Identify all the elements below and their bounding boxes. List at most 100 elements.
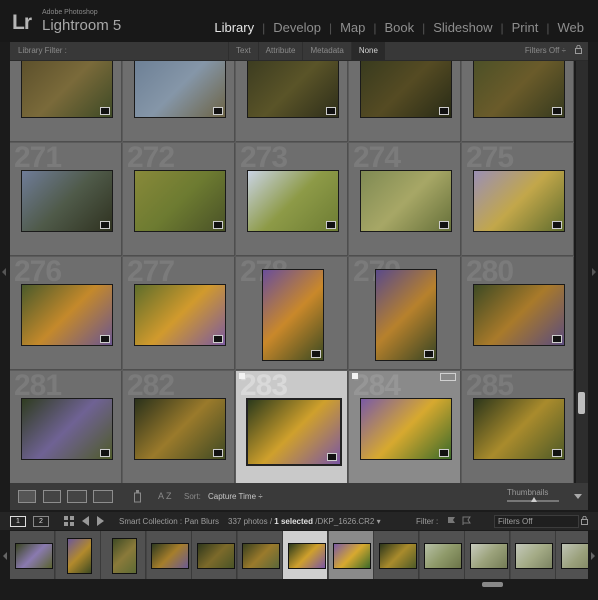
grid-view-icon[interactable]	[18, 490, 36, 503]
grid-cell[interactable]: 275	[462, 143, 574, 256]
comment-badge-icon[interactable]	[424, 350, 434, 358]
comment-badge-icon[interactable]	[552, 335, 562, 343]
comment-badge-icon[interactable]	[439, 449, 449, 457]
filter-preset-select[interactable]: Filters Off ÷	[525, 46, 566, 55]
comment-badge-icon[interactable]	[326, 221, 336, 229]
comment-badge-icon[interactable]	[100, 221, 110, 229]
grid-cell[interactable]	[462, 61, 574, 142]
filmstrip-thumbnail[interactable]	[112, 538, 137, 574]
filmstrip-cell[interactable]	[556, 531, 588, 579]
filmstrip-cell[interactable]	[283, 531, 328, 579]
thumbnail-size-knob[interactable]	[531, 497, 537, 502]
comment-badge-icon[interactable]	[439, 221, 449, 229]
filmstrip[interactable]	[10, 531, 588, 579]
grid-cell[interactable]	[349, 61, 461, 142]
filmstrip-thumbnail[interactable]	[560, 543, 588, 569]
grid-scrollbar[interactable]	[576, 61, 588, 483]
filmstrip-filter-select[interactable]: Filters Off	[494, 515, 579, 528]
flag-filter-icon[interactable]	[446, 516, 480, 526]
sort-direction-icon[interactable]: A Z	[157, 489, 175, 502]
grid-cell[interactable]: 273	[236, 143, 348, 256]
comment-badge-icon[interactable]	[552, 449, 562, 457]
comment-badge-icon[interactable]	[213, 221, 223, 229]
comment-badge-icon[interactable]	[100, 449, 110, 457]
module-map[interactable]: Map	[332, 20, 373, 35]
filmstrip-thumbnail[interactable]	[14, 543, 53, 569]
grid-cell[interactable]	[123, 61, 235, 142]
filter-tab-text[interactable]: Text	[228, 42, 258, 60]
source-breadcrumb[interactable]: Smart Collection : Pan Blurs	[119, 517, 219, 526]
lock-icon[interactable]	[575, 45, 582, 54]
module-develop[interactable]: Develop	[265, 20, 329, 35]
flag-icon[interactable]	[239, 373, 245, 379]
comment-badge-icon[interactable]	[439, 107, 449, 115]
module-print[interactable]: Print	[504, 20, 547, 35]
comment-badge-icon[interactable]	[100, 335, 110, 343]
grid-cell[interactable]: 277	[123, 257, 235, 370]
filmstrip-cell[interactable]	[328, 531, 374, 579]
grid-cell[interactable]: 285	[462, 371, 574, 483]
filmstrip-thumbnail[interactable]	[196, 543, 235, 569]
module-library[interactable]: Library	[206, 20, 262, 35]
comment-badge-icon[interactable]	[213, 107, 223, 115]
filmstrip-cell[interactable]	[237, 531, 283, 579]
grid-cell[interactable]: 279	[349, 257, 461, 370]
forward-arrow-icon[interactable]	[97, 516, 104, 526]
left-panel-toggle-icon[interactable]	[2, 268, 6, 276]
comment-badge-icon[interactable]	[552, 221, 562, 229]
filmstrip-cell[interactable]	[510, 531, 556, 579]
filter-tab-metadata[interactable]: Metadata	[302, 42, 350, 60]
filmstrip-cell[interactable]	[465, 531, 510, 579]
stack-icon[interactable]	[440, 373, 456, 381]
filmstrip-cell[interactable]	[192, 531, 237, 579]
filmstrip-thumbnail[interactable]	[242, 543, 280, 569]
spray-can-icon[interactable]	[133, 489, 142, 503]
survey-view-icon[interactable]	[93, 490, 113, 503]
grid-scroll-thumb[interactable]	[578, 392, 585, 414]
sort-select[interactable]: Capture Time ÷	[208, 492, 263, 501]
grid-cell[interactable]: 271	[10, 143, 122, 256]
grid-cell[interactable]: 284	[349, 371, 461, 483]
filmstrip-cell[interactable]	[146, 531, 192, 579]
grid-cell[interactable]: 274	[349, 143, 461, 256]
filmstrip-cell[interactable]	[101, 531, 146, 579]
comment-badge-icon[interactable]	[327, 453, 337, 461]
photo-thumbnail[interactable]	[375, 269, 437, 361]
comment-badge-icon[interactable]	[213, 335, 223, 343]
filter-tab-attribute[interactable]: Attribute	[257, 42, 303, 60]
comment-badge-icon[interactable]	[326, 107, 336, 115]
grid-cell[interactable]: 280	[462, 257, 574, 370]
grid-cell[interactable]: 278	[236, 257, 348, 370]
thumbnail-grid[interactable]: 2712722732742752762772782792802812822832…	[10, 61, 574, 483]
filmstrip-thumbnail[interactable]	[151, 543, 189, 569]
primary-screen-button[interactable]: 1	[10, 516, 26, 527]
filmstrip-cell[interactable]	[10, 531, 55, 579]
comment-badge-icon[interactable]	[213, 449, 223, 457]
grid-cell[interactable]	[236, 61, 348, 142]
grid-icon[interactable]	[64, 516, 74, 526]
module-slideshow[interactable]: Slideshow	[425, 20, 500, 35]
filmstrip-thumbnail[interactable]	[515, 543, 553, 569]
photo-thumbnail[interactable]	[262, 269, 324, 361]
grid-cell[interactable]: 282	[123, 371, 235, 483]
filmstrip-thumbnail[interactable]	[469, 543, 508, 569]
loupe-view-icon[interactable]	[43, 490, 61, 503]
grid-cell[interactable]: 281	[10, 371, 122, 483]
filmstrip-scroll-thumb[interactable]	[482, 582, 503, 587]
module-web[interactable]: Web	[550, 20, 593, 35]
comment-badge-icon[interactable]	[552, 107, 562, 115]
filmstrip-left-arrow-icon[interactable]	[3, 552, 7, 560]
comment-badge-icon[interactable]	[311, 350, 321, 358]
right-panel-toggle-icon[interactable]	[592, 268, 596, 276]
filmstrip-thumbnail[interactable]	[378, 543, 417, 569]
filmstrip-thumbnail[interactable]	[66, 538, 92, 574]
grid-cell[interactable]	[10, 61, 122, 142]
filmstrip-thumbnail[interactable]	[424, 543, 462, 569]
back-arrow-icon[interactable]	[82, 516, 89, 526]
grid-cell[interactable]: 276	[10, 257, 122, 370]
grid-cell[interactable]: 272	[123, 143, 235, 256]
comment-badge-icon[interactable]	[100, 107, 110, 115]
grid-cell[interactable]: 283	[236, 371, 348, 483]
filmstrip-cell[interactable]	[374, 531, 419, 579]
secondary-screen-button[interactable]: 2	[33, 516, 49, 527]
